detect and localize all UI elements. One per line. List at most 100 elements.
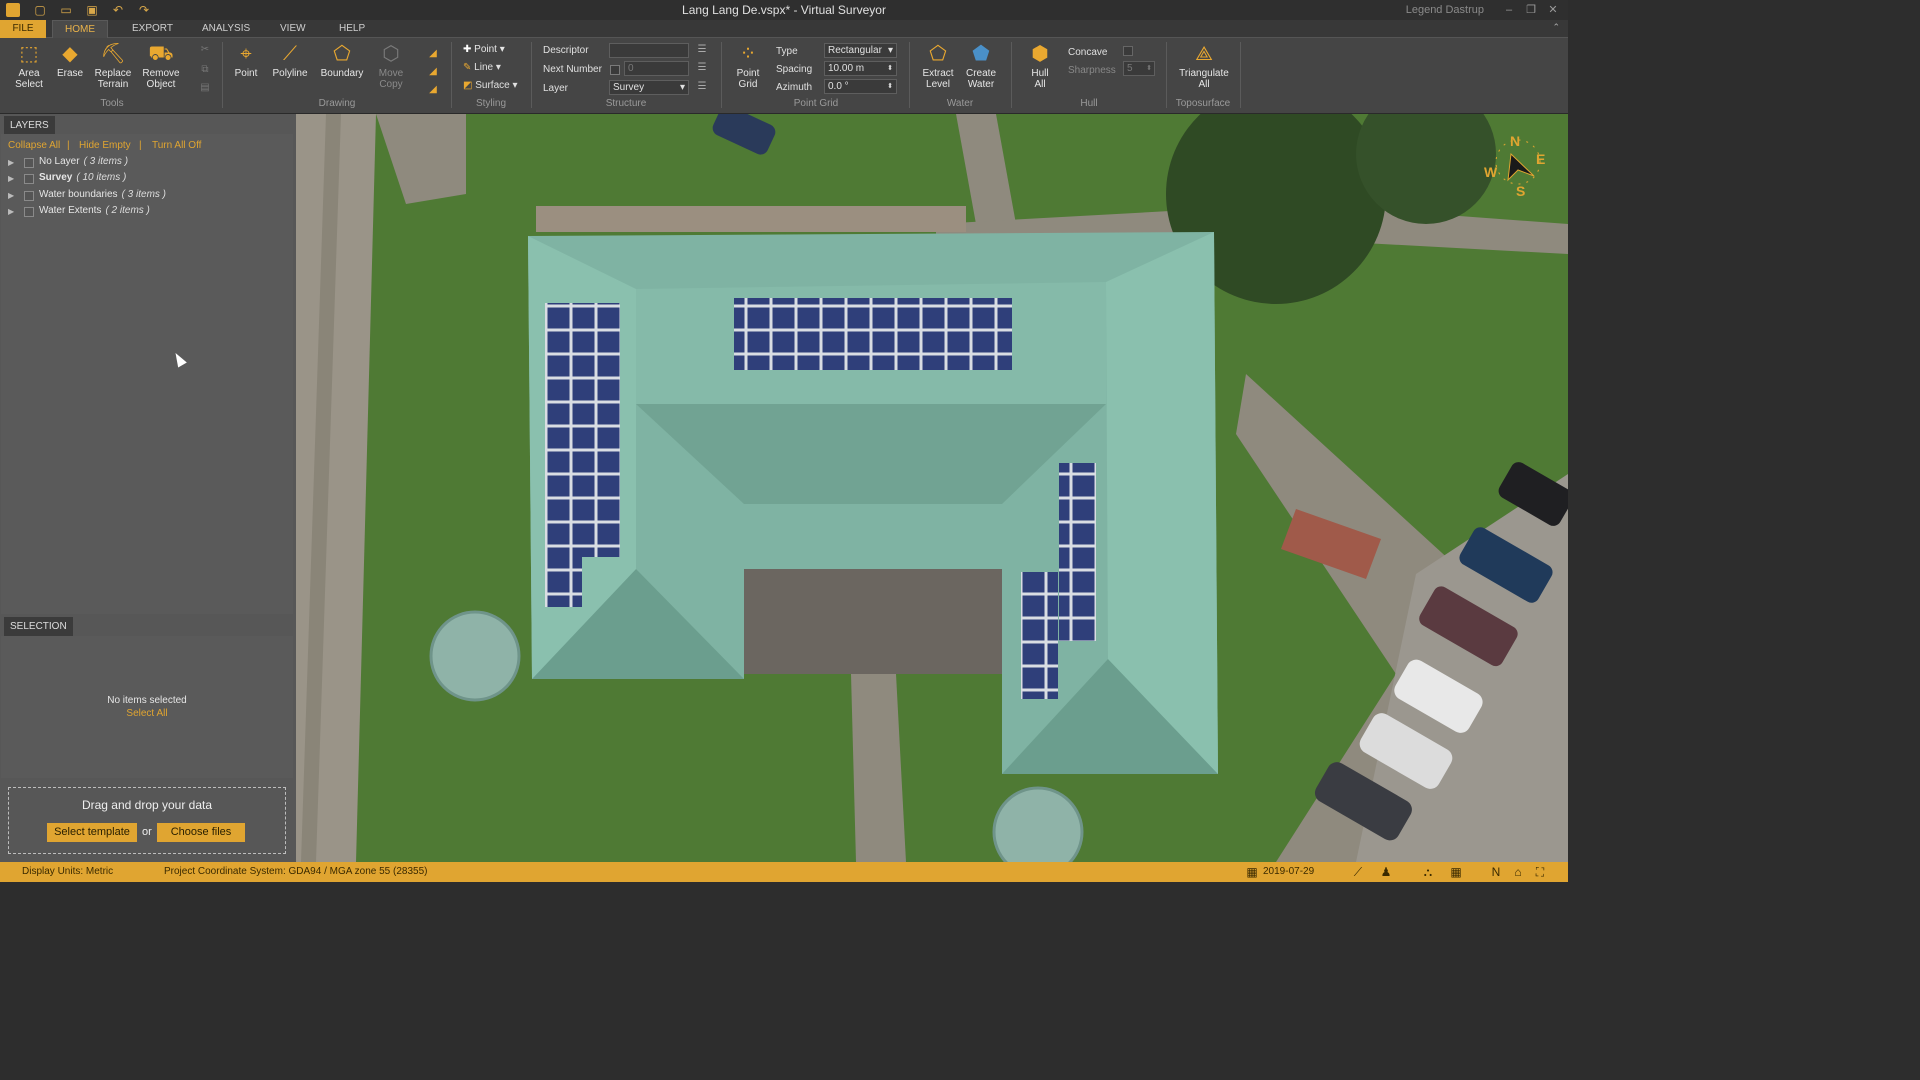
home-view-icon[interactable]: ⌂ [1510,864,1526,880]
erase-button[interactable]: ◆ Erase [54,42,86,79]
person-icon[interactable]: ♟ [1378,864,1394,880]
paste-icon[interactable]: ▤ [199,82,211,94]
minimize-icon[interactable]: – [1498,2,1520,18]
triangulate-icon: ⟁ [1195,43,1213,65]
hull-all-button[interactable]: ⬢ Hull All [1022,42,1058,90]
aerial-image[interactable]: N E S W [296,114,1568,862]
extract-level-icon: ⬠ [929,43,947,65]
point-icon: ⌖ [240,43,252,65]
cut-icon[interactable]: ✂ [199,44,211,56]
tab-view[interactable]: VIEW [268,20,318,38]
layers-tab[interactable]: LAYERS [4,116,55,136]
capture-date[interactable]: 2019-07-29 [1263,866,1314,877]
link-separator: | [67,140,70,151]
layer-visibility-checkbox[interactable] [24,174,34,184]
sharpness-field[interactable]: 5 ⬍ [1123,61,1155,76]
drop-zone-title: Drag and drop your data [81,798,213,812]
choose-files-button[interactable]: Choose files [157,823,245,842]
group-label-tools: Tools [100,98,124,109]
area-select-button[interactable]: ⬚ Area Select [10,42,48,90]
spacing-field[interactable]: 10.00 m ⬍ [824,61,897,76]
grid-icon[interactable]: ▦ [1448,864,1464,880]
concave-label: Concave [1068,47,1108,58]
stepper-icon[interactable]: ⬍ [887,80,893,93]
descriptor-field[interactable] [609,43,689,58]
next-number-field[interactable]: 0 [624,61,689,76]
close-icon[interactable]: ✕ [1542,2,1564,18]
eraser-icon: ◆ [62,43,78,65]
group-separator [1240,42,1241,108]
create-water-button[interactable]: ⬟ Create Water [962,42,1000,90]
extract-level-button[interactable]: ⬠ Extract Level [919,42,957,90]
point-grid-icon: ⁘ [739,43,757,65]
collapse-all-link[interactable]: Collapse All [8,140,60,151]
selection-tab[interactable]: SELECTION [4,617,73,637]
azimuth-field[interactable]: 0.0 ° ⬍ [824,79,897,94]
drop-zone[interactable]: Drag and drop your data Select template … [8,787,286,854]
water-tank [992,786,1084,862]
copy-icon[interactable]: ⧉ [199,64,211,76]
map-viewport[interactable]: N E S W [296,114,1568,862]
collapse-ribbon-icon[interactable]: ⌃ [1552,22,1560,33]
line-style-dropdown[interactable]: ✎ Line ▾ [463,62,501,73]
select-template-button[interactable]: Select template [47,823,137,842]
ribbon-tabs: FILE HOME EXPORT ANALYSIS VIEW HELP ⌃ [0,20,1568,38]
concave-checkbox[interactable] [1123,46,1133,56]
tab-help[interactable]: HELP [327,20,377,38]
draw-tool-3-icon[interactable]: ◢ [427,84,439,96]
group-label-point-grid: Point Grid [793,98,839,109]
layer-visibility-checkbox[interactable] [24,207,34,217]
tab-export[interactable]: EXPORT [120,20,185,38]
select-all-link[interactable]: Select All [0,708,294,719]
point-style-dropdown[interactable]: ✚ Point ▾ [463,44,505,55]
display-units[interactable]: Display Units: Metric [22,866,113,877]
layer-visibility-checkbox[interactable] [24,191,34,201]
courtyard [744,554,1004,674]
descriptor-list-icon[interactable]: ☰ [696,44,708,56]
layer-name: Water boundaries [39,189,118,200]
next-number-checkbox[interactable] [610,65,620,75]
layer-label: Layer [543,83,569,94]
next-number-list-icon[interactable]: ☰ [696,62,708,74]
polyline-button[interactable]: ⟋ Polyline [270,42,310,79]
expand-arrow-icon[interactable]: ▶ [8,174,14,183]
ribbon: ⬚ Area Select ◆ Erase ⛏ Replace Terrain ⛟ … [0,38,1568,114]
draw-tool-2-icon[interactable]: ◢ [427,66,439,78]
expand-arrow-icon[interactable]: ▶ [8,191,14,200]
tab-file[interactable]: FILE [0,20,46,38]
coordinate-system[interactable]: Project Coordinate System: GDA94 / MGA z… [164,866,427,877]
tab-analysis[interactable]: ANALYSIS [190,20,262,38]
or-text: or [142,826,152,838]
replace-terrain-button[interactable]: ⛏ Replace Terrain [92,42,134,90]
layer-visibility-checkbox[interactable] [24,158,34,168]
point-grid-button[interactable]: ⁘ Point Grid [731,42,765,90]
stepper-icon[interactable]: ⬍ [887,62,893,75]
group-separator [721,42,722,108]
move-copy-button[interactable]: ⬡ Move Copy [374,42,408,90]
hide-empty-link[interactable]: Hide Empty [79,140,131,151]
measure-icon[interactable]: ⛬ [1420,864,1436,880]
water-tank [429,610,521,702]
profile-chart-icon[interactable]: ⟋ [1350,864,1366,880]
layer-list-icon[interactable]: ☰ [696,81,708,93]
remove-object-button[interactable]: ⛟ Remove Object [140,42,182,90]
link-separator: | [139,140,142,151]
fullscreen-icon[interactable]: ⛶ [1532,864,1548,880]
grid-type-select[interactable]: Rectangular ▾ [824,43,897,58]
triangulate-all-button[interactable]: ⟁ Triangulate All [1175,42,1233,90]
draw-tool-1-icon[interactable]: ◢ [427,48,439,60]
surface-style-dropdown[interactable]: ◩ Surface ▾ [463,80,518,91]
turn-all-off-link[interactable]: Turn All Off [152,140,201,151]
boundary-button[interactable]: ⬠ Boundary [318,42,366,79]
north-up-icon[interactable]: N [1488,864,1504,880]
azimuth-label: Azimuth [776,82,813,93]
point-button[interactable]: ⌖ Point [230,42,262,79]
expand-arrow-icon[interactable]: ▶ [8,207,14,216]
restore-icon[interactable]: ❐ [1520,2,1542,18]
stepper-icon[interactable]: ⬍ [1146,62,1152,75]
user-name[interactable]: Legend Dastrup [1406,4,1484,16]
layer-select[interactable]: Survey ▾ [609,80,689,95]
boundary-icon: ⬠ [333,43,351,65]
tab-home[interactable]: HOME [52,20,108,38]
expand-arrow-icon[interactable]: ▶ [8,158,14,167]
